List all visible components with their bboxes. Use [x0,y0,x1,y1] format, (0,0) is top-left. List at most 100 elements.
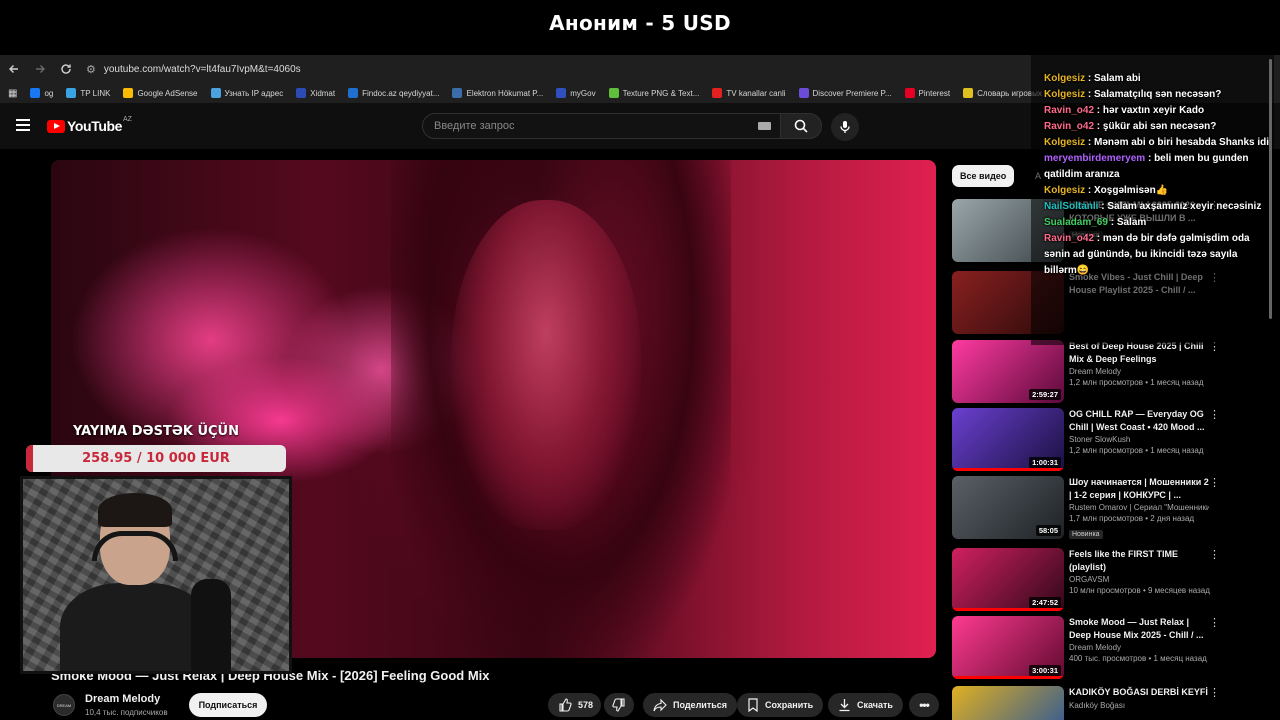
bookmark-label: og [44,88,54,98]
more-vert-icon[interactable]: ⋮ [1209,408,1220,421]
video-frame-face [451,200,641,530]
search-button[interactable] [780,113,822,139]
chip-all[interactable]: Все видео [952,165,1015,187]
chat-username: NailSoltanli [1044,201,1099,212]
bookmark-item[interactable]: Xidmat [296,88,335,98]
youtube-wordmark: YouTube [67,118,123,134]
chat-message: Sualadam_69 : Salam [1031,215,1274,231]
recommendation-meta: 1,7 млн просмотров • 2 дня назад [1069,514,1195,523]
search-input[interactable] [423,120,743,132]
more-vert-icon[interactable]: ⋮ [1209,616,1220,629]
video-duration: 58:05 [1035,525,1061,536]
chat-text: Salam [1116,217,1147,228]
download-label: Скачать [857,700,893,710]
back-button[interactable] [2,57,26,81]
recommendation-info: Smoke Mood — Just Relax | Deep House Mix… [1069,616,1209,663]
chat-message: Ravin_o42 : mən də bir dəfə gəlmişdim od… [1031,231,1274,279]
channel-avatar[interactable]: DREAM MELODY [53,694,75,716]
share-button[interactable]: Поделиться [643,693,738,717]
thumbs-down-icon [612,698,625,712]
more-actions-button[interactable]: ••• [909,693,939,717]
search-icon [794,119,808,133]
search-box [422,113,782,139]
bookmark-label: Google AdSense [137,88,198,98]
recommendation-channel[interactable]: Rustem Omarov | Сериал "Мошенники ... [1069,503,1209,512]
bookmark-item[interactable]: Findoc.az qeydiyyat... [348,88,439,98]
recommendation-item[interactable]: 1:00:31 OG CHILL RAP — Everyday OG Chill … [952,408,1222,472]
recommendation-thumbnail[interactable] [952,686,1064,720]
download-button[interactable]: Скачать [828,693,903,717]
reload-button[interactable] [54,57,78,81]
recommendation-item[interactable]: 2:47:52 Feels like the FIRST TIME (playli… [952,548,1222,612]
chat-separator: : [1094,105,1103,116]
recommendation-info: Best of Deep House 2025 | Chill Mix & De… [1069,340,1209,387]
chat-text: Xoşgəlmisən👍 [1094,185,1169,196]
bookmark-label: Узнать IP адрес [224,88,284,98]
site-settings-icon[interactable]: ⚙ [86,63,96,76]
donation-alert: Аноним - 5 USD [549,11,731,35]
menu-icon[interactable] [16,119,30,131]
bookmark-item[interactable]: myGov [556,88,596,98]
youtube-logo[interactable]: YouTube AZ [47,116,132,134]
bookmark-item[interactable]: Google AdSense [123,88,198,98]
recommendation-thumbnail[interactable]: 3:00:31 [952,616,1064,679]
bookmark-label: Xidmat [310,88,336,98]
recommendation-title[interactable]: Feels like the FIRST TIME (playlist) [1069,548,1209,573]
recommendation-channel[interactable]: Dream Melody [1069,367,1209,376]
recommendation-channel[interactable]: Dream Melody [1069,643,1209,652]
chat-message: Kolgesiz : Mənəm abi o biri hesabda Shan… [1031,135,1274,151]
streamer [60,493,210,671]
chat-text: Salam abi [1094,73,1141,84]
chat-overlay: Kolgesiz : Salam abi Kolgesiz : Salamatçı… [1031,55,1274,345]
recommendation-title[interactable]: KADIKÖY BOĞASI DERBİ KEYFİ [1069,686,1209,699]
recommendation-title[interactable]: Smoke Mood — Just Relax | Deep House Mix… [1069,616,1209,641]
channel-name[interactable]: Dream Melody [85,693,160,705]
more-vert-icon[interactable]: ⋮ [1209,476,1220,489]
forward-button[interactable] [28,57,52,81]
recommendation-item[interactable]: 58:05 Шоу начинается | Мошенники 2 | 1-2 … [952,476,1222,540]
keyboard-icon[interactable] [758,122,771,130]
chat-username: Sualadam_69 [1044,217,1108,228]
recommendation-title[interactable]: Шоу начинается | Мошенники 2 | 1-2 серия… [1069,476,1209,501]
bookmark-favicon-icon [608,88,619,98]
recommendation-info: Feels like the FIRST TIME (playlist) ORGA… [1069,548,1210,595]
recommendation-info: KADIKÖY BOĞASI DERBİ KEYFİ Kadıköy Boğası [1069,686,1209,710]
screen: Аноним - 5 USD ⚙ youtube.com/watch?v=lt4… [0,0,1280,720]
recommendation-channel[interactable]: Stoner SlowKush [1069,435,1209,444]
bookmark-item[interactable]: Texture PNG & Text... [608,88,699,98]
chat-text: Mənəm abi o biri hesabda Shanks idi [1094,137,1270,148]
chat-username: meryembirdemeryem [1044,153,1146,164]
dislike-button[interactable] [604,693,634,717]
recommendation-item[interactable]: 2:59:27 Best of Deep House 2025 | Chill M… [952,340,1222,404]
bookmark-item[interactable]: TP LINK [66,88,110,98]
bookmark-item[interactable]: TV kanallar canli [712,88,786,98]
chat-scrollbar[interactable] [1269,59,1272,319]
bookmark-item[interactable]: Узнать IP адрес [210,88,284,98]
apps-icon[interactable]: ▦ [8,88,17,99]
bookmark-label: myGov [570,88,596,98]
more-vert-icon[interactable]: ⋮ [1209,686,1220,699]
save-button[interactable]: Сохранить [737,693,824,717]
recommendation-item[interactable]: 3:00:31 Smoke Mood — Just Relax | Deep Ho… [952,616,1222,680]
recommendation-item[interactable]: KADIKÖY BOĞASI DERBİ KEYFİ Kadıköy Boğası… [952,686,1222,720]
chat-separator: : [1085,137,1095,148]
subscribe-button[interactable]: Подписаться [189,693,267,717]
url-text: youtube.com/watch?v=lt4fau7IvpM&t=4060s [103,63,301,75]
bookmark-item[interactable]: Discover Premiere P... [798,88,892,98]
bookmark-item[interactable]: Elektron Hökumat P... [452,88,543,98]
reload-icon [61,64,71,74]
recommendation-channel[interactable]: ORGAVSM [1069,575,1209,584]
recommendation-channel[interactable]: Kadıköy Boğası [1069,701,1209,710]
bookmark-item[interactable]: og [30,88,53,98]
like-button[interactable]: 578 [548,693,602,717]
recommendation-meta: 400 тыс. просмотров • 1 месяц назад [1069,654,1207,663]
recommendation-thumbnail[interactable]: 2:59:27 [952,340,1064,403]
recommendation-thumbnail[interactable]: 1:00:31 [952,408,1064,471]
more-vert-icon[interactable]: ⋮ [1209,548,1220,561]
recommendation-thumbnail[interactable]: 2:47:52 [952,548,1064,611]
bookmark-favicon-icon [712,88,723,98]
voice-search-button[interactable] [831,113,859,141]
recommendation-thumbnail[interactable]: 58:05 [952,476,1064,539]
recommendation-title[interactable]: OG CHILL RAP — Everyday OG Chill | West … [1069,408,1209,433]
bookmark-item[interactable]: Pinterest [904,88,950,98]
